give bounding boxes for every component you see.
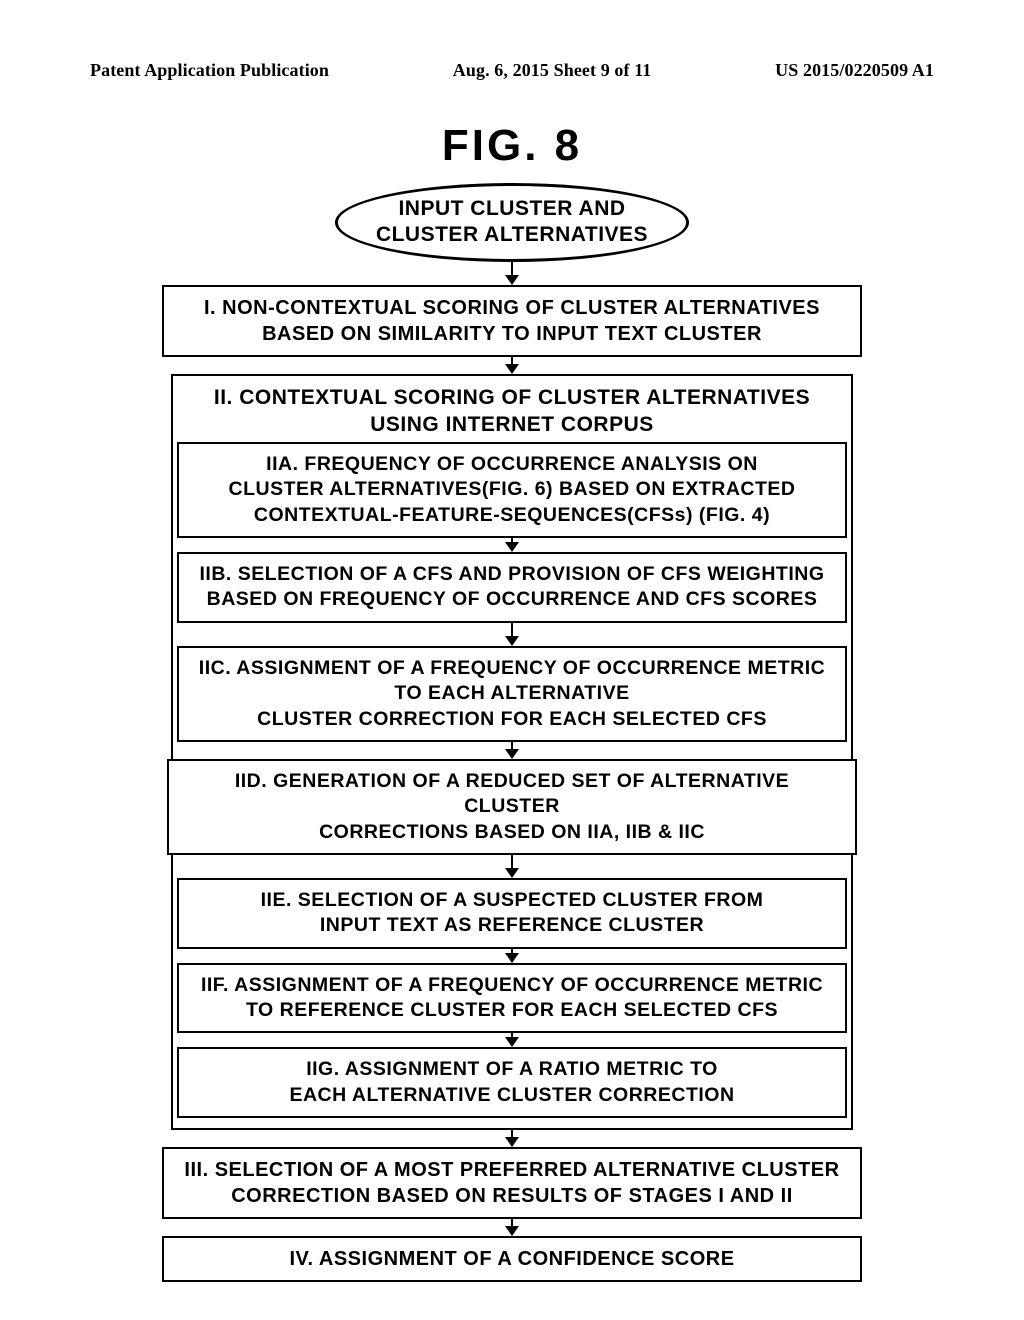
stage-2c-box: IIC. ASSIGNMENT OF A FREQUENCY OF OCCURR… — [177, 646, 847, 742]
header-left: Patent Application Publication — [90, 60, 329, 81]
stage-1-box: I. NON-CONTEXTUAL SCORING OF CLUSTER ALT… — [162, 285, 862, 357]
arrow-down-icon — [505, 1219, 519, 1236]
arrow-down-icon — [505, 623, 519, 646]
stage-2f-box: IIF. ASSIGNMENT OF A FREQUENCY OF OCCURR… — [177, 963, 847, 1034]
arrow-down-icon — [505, 949, 519, 963]
stage-2d-box: IID. GENERATION OF A REDUCED SET OF ALTE… — [167, 759, 857, 855]
page: Patent Application Publication Aug. 6, 2… — [0, 0, 1024, 1320]
stage-2-container: II. CONTEXTUAL SCORING OF CLUSTER ALTERN… — [171, 374, 853, 1130]
arrow-down-icon — [505, 1130, 519, 1147]
header-center: Aug. 6, 2015 Sheet 9 of 11 — [453, 60, 652, 81]
stage-4-box: IV. ASSIGNMENT OF A CONFIDENCE SCORE — [162, 1236, 862, 1282]
arrow-down-icon — [505, 262, 519, 285]
stage-2-title: II. CONTEXTUAL SCORING OF CLUSTER ALTERN… — [185, 384, 839, 439]
arrow-down-icon — [505, 538, 519, 552]
stage-2g-box: IIG. ASSIGNMENT OF A RATIO METRIC TOEACH… — [177, 1047, 847, 1118]
arrow-down-icon — [505, 357, 519, 374]
stage-2a-box: IIA. FREQUENCY OF OCCURRENCE ANALYSIS ON… — [177, 442, 847, 538]
flowchart: INPUT CLUSTER ANDCLUSTER ALTERNATIVES I.… — [90, 183, 934, 1282]
arrow-down-icon — [505, 1033, 519, 1047]
arrow-down-icon — [505, 742, 519, 759]
stage-2e-box: IIE. SELECTION OF A SUSPECTED CLUSTER FR… — [177, 878, 847, 949]
header-right: US 2015/0220509 A1 — [775, 60, 934, 81]
input-node: INPUT CLUSTER ANDCLUSTER ALTERNATIVES — [335, 183, 689, 262]
page-header: Patent Application Publication Aug. 6, 2… — [90, 60, 934, 81]
arrow-down-icon — [505, 855, 519, 878]
stage-3-box: III. SELECTION OF A MOST PREFERRED ALTER… — [162, 1147, 862, 1219]
figure-title: FIG. 8 — [90, 121, 934, 171]
stage-2b-box: IIB. SELECTION OF A CFS AND PROVISION OF… — [177, 552, 847, 623]
